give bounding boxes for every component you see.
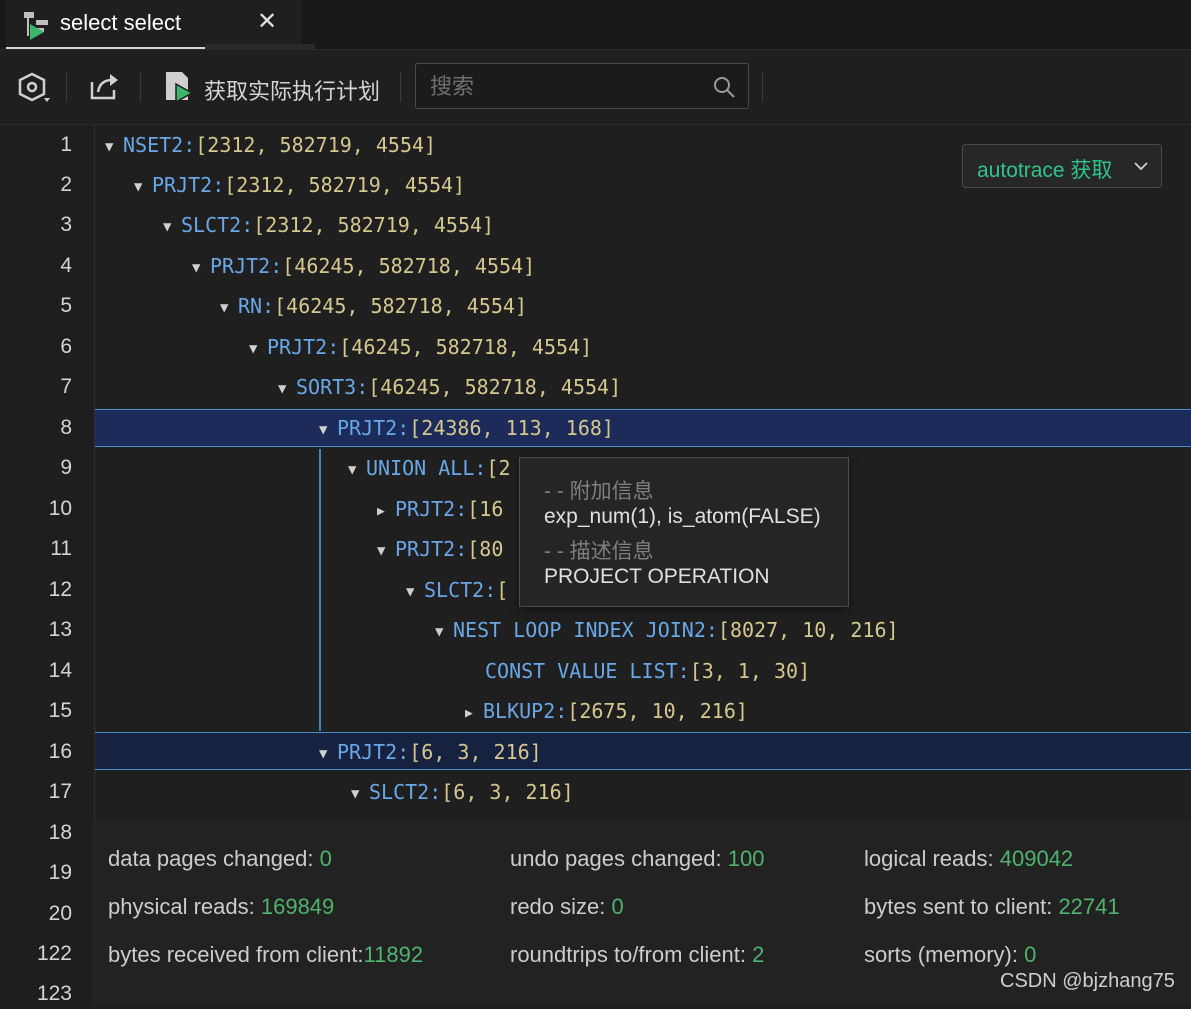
stat-data-pages-changed: data pages changed: 0 <box>108 846 332 871</box>
search-box[interactable] <box>415 63 749 109</box>
caret-down-icon[interactable]: ▼ <box>435 617 453 647</box>
tree-node[interactable]: ▼ RN:[46245, 582718, 4554] <box>220 291 527 321</box>
line-number: 11 <box>50 537 72 560</box>
selected-row <box>95 409 1191 447</box>
toolbar-separator <box>400 72 401 102</box>
tree-node-selected[interactable]: ▼ PRJT2:[24386, 113, 168] <box>319 413 614 443</box>
line-number: 16 <box>48 740 72 763</box>
search-input[interactable] <box>428 72 702 102</box>
settings-icon <box>18 72 50 102</box>
stat-bytes-received: bytes received from client:11892 <box>108 942 424 967</box>
caret-right-icon[interactable]: ▶ <box>377 497 395 527</box>
caret-down-icon[interactable]: ▼ <box>249 334 267 364</box>
line-number: 13 <box>48 618 72 641</box>
chevron-down-icon <box>1134 162 1148 171</box>
line-number: 19 <box>48 861 72 884</box>
tab-bar: select select ✕ <box>0 0 1191 50</box>
caret-down-icon[interactable]: ▼ <box>192 253 210 283</box>
tree-node[interactable]: ▼ SLCT2:[6, 3, 216] <box>351 777 574 807</box>
line-number: 5 <box>60 294 72 317</box>
export-button[interactable] <box>86 68 122 106</box>
tooltip-extra-info: exp_num(1), is_atom(FALSE) <box>544 505 821 528</box>
toolbar-separator <box>762 72 763 102</box>
tooltip-desc-info: PROJECT OPERATION <box>544 565 770 588</box>
tree-node[interactable]: ▼ PRJT2:[46245, 582718, 4554] <box>192 251 535 281</box>
line-number: 17 <box>48 780 72 803</box>
line-number: 122 <box>36 942 72 965</box>
line-number: 18 <box>48 821 72 844</box>
autotrace-dropdown[interactable]: autotrace 获取 <box>962 144 1162 188</box>
line-number: 10 <box>48 497 72 520</box>
tree-node[interactable]: ▼ PRJT2:[80 <box>377 534 503 564</box>
stat-undo-pages-changed: undo pages changed: 100 <box>510 846 765 871</box>
node-tooltip: - - 附加信息 exp_num(1), is_atom(FALSE) - - … <box>519 457 849 607</box>
tree-guide-line <box>319 449 321 731</box>
caret-down-icon[interactable]: ▼ <box>377 536 395 566</box>
tree-node[interactable]: ▼ SORT3:[46245, 582718, 4554] <box>278 372 621 402</box>
line-number: 4 <box>60 254 72 277</box>
query-plan-icon <box>24 12 48 40</box>
toolbar-separator <box>66 72 67 102</box>
tree-node[interactable]: ▼ PRJT2:[6, 3, 216] <box>319 737 542 767</box>
caret-down-icon[interactable]: ▼ <box>220 293 238 323</box>
export-icon <box>90 74 118 100</box>
tree-node[interactable]: ▶ PRJT2:[16 <box>377 494 503 524</box>
tree-node[interactable]: ▼ UNION ALL:[2 <box>348 453 511 483</box>
stat-redo-size: redo size: 0 <box>510 894 624 919</box>
tree-node[interactable]: ▼ NEST LOOP INDEX JOIN2:[8027, 10, 216] <box>435 615 899 645</box>
caret-down-icon[interactable]: ▼ <box>134 172 152 202</box>
line-number: 3 <box>60 213 72 236</box>
stat-physical-reads: physical reads: 169849 <box>108 894 335 919</box>
tree-node[interactable]: ▼ PRJT2:[2312, 582719, 4554] <box>134 170 465 200</box>
caret-down-icon[interactable]: ▼ <box>348 455 366 485</box>
autotrace-label: autotrace 获取 <box>977 159 1113 182</box>
tree-node[interactable]: ▼ NSET2:[2312, 582719, 4554] <box>105 130 436 160</box>
tooltip-header-extra: - - 附加信息 <box>544 480 654 503</box>
stat-roundtrips: roundtrips to/from client: 2 <box>510 942 765 967</box>
line-number: 6 <box>60 335 72 358</box>
line-number: 1 <box>60 133 72 156</box>
caret-right-icon[interactable]: ▶ <box>465 699 483 729</box>
tree-node[interactable]: ▼ PRJT2:[46245, 582718, 4554] <box>249 332 592 362</box>
caret-down-icon[interactable]: ▼ <box>351 779 369 809</box>
toolbar-separator <box>140 72 141 102</box>
stat-bytes-sent: bytes sent to client: 22741 <box>864 894 1120 919</box>
highlighted-row <box>95 732 1191 770</box>
tooltip-header-desc: - - 描述信息 <box>544 540 654 563</box>
toolbar: 获取实际执行计划 <box>0 50 1191 125</box>
caret-down-icon[interactable]: ▼ <box>319 739 337 769</box>
tree-node[interactable]: ▼ SLCT2:[ <box>406 575 508 605</box>
get-actual-plan-label: 获取实际执行计划 <box>204 79 381 104</box>
watermark: CSDN @bjzhang75 <box>1000 970 1175 992</box>
line-number: 14 <box>48 659 72 682</box>
stat-logical-reads: logical reads: 409042 <box>864 846 1074 871</box>
line-number: 7 <box>60 375 72 398</box>
line-number: 8 <box>60 416 72 439</box>
caret-down-icon[interactable]: ▼ <box>163 212 181 242</box>
tree-node[interactable]: ▶ BLKUP2:[2675, 10, 216] <box>465 696 748 726</box>
line-number-gutter: 1 2 3 4 5 6 7 8 9 10 11 12 13 14 15 16 1… <box>0 125 95 1005</box>
tree-node[interactable]: ▼ SLCT2:[2312, 582719, 4554] <box>163 210 494 240</box>
line-number: 12 <box>48 578 72 601</box>
caret-down-icon[interactable]: ▼ <box>278 374 296 404</box>
tab-select-query[interactable]: select select ✕ <box>6 0 302 49</box>
get-actual-plan-button[interactable]: 获取实际执行计划 <box>162 68 392 106</box>
tab-title: select select <box>60 10 182 35</box>
settings-button[interactable] <box>14 68 54 106</box>
line-number: 15 <box>48 699 72 722</box>
execution-plan-icon <box>166 72 194 104</box>
line-number: 2 <box>60 173 72 196</box>
tab-divider <box>205 44 315 49</box>
line-number: 20 <box>48 902 72 925</box>
line-number: 9 <box>60 456 72 479</box>
caret-down-icon[interactable]: ▼ <box>406 577 424 607</box>
close-icon[interactable]: ✕ <box>252 7 282 37</box>
caret-down-icon[interactable]: ▼ <box>105 132 123 162</box>
caret-down-icon[interactable]: ▼ <box>319 415 337 445</box>
tree-node[interactable]: CONST VALUE LIST:[3, 1, 30] <box>485 656 810 686</box>
search-icon[interactable] <box>712 75 736 99</box>
stat-sorts-memory: sorts (memory): 0 <box>864 942 1037 967</box>
